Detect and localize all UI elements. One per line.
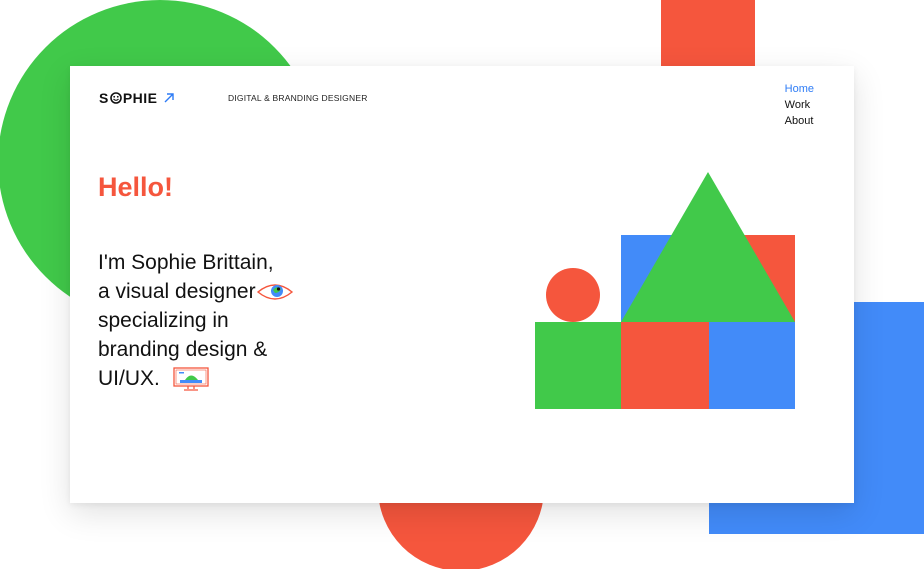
smile-icon	[110, 92, 122, 104]
blue-square-lower	[709, 322, 795, 409]
arrow-up-right-icon	[164, 93, 174, 103]
logo-text-start: S	[99, 90, 109, 106]
nav-item-work[interactable]: Work	[785, 98, 814, 112]
red-square-lower	[621, 322, 709, 409]
geometric-shapes-illustration	[535, 172, 795, 409]
monitor-icon	[172, 367, 209, 392]
intro-line-1: I'm Sophie Brittain,	[98, 251, 274, 274]
intro-line-5: UI/UX.	[98, 367, 160, 390]
eye-icon	[256, 284, 293, 301]
intro-line-4: branding design &	[98, 338, 268, 361]
red-circle	[546, 268, 600, 322]
website-card: S PHIE DIGITAL & BRANDING DESIGNER Home …	[70, 66, 854, 503]
green-square-lower	[535, 322, 621, 409]
intro-line-5-row: UI/UX.	[98, 364, 358, 393]
stage: S PHIE DIGITAL & BRANDING DESIGNER Home …	[0, 0, 924, 569]
nav-item-home[interactable]: Home	[785, 82, 814, 96]
intro-text: I'm Sophie Brittain, a visual designer s…	[98, 248, 358, 393]
intro-line-3: specializing in	[98, 309, 229, 332]
intro-line-2: a visual designer	[98, 280, 256, 303]
logo-text-end: PHIE	[122, 90, 158, 106]
intro-line-2-row: a visual designer	[98, 277, 358, 306]
tagline: DIGITAL & BRANDING DESIGNER	[228, 93, 368, 103]
nav-item-about[interactable]: About	[785, 114, 814, 128]
greeting-heading: Hello!	[98, 172, 174, 202]
main-nav: Home Work About	[785, 82, 814, 128]
logo[interactable]: S PHIE	[99, 90, 176, 106]
